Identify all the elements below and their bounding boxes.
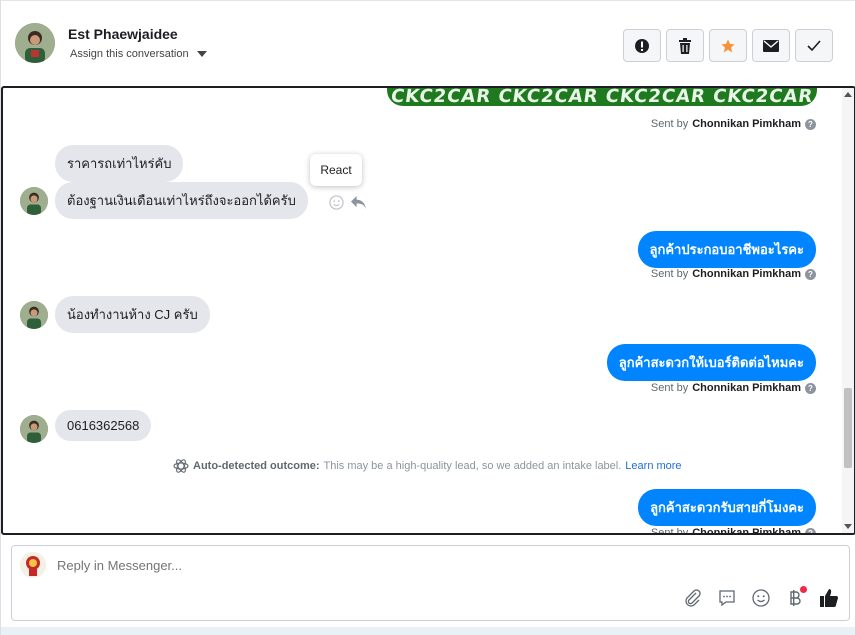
outgoing-message[interactable]: ลูกค้าประกอบอาชีพอะไรคะ — [637, 231, 816, 268]
spam-icon — [635, 38, 649, 53]
atom-icon — [173, 459, 189, 473]
saved-reply-icon — [719, 590, 735, 607]
sent-by-label: Sent by Chonnikan Pimkham ? — [651, 527, 816, 533]
attach-button[interactable] — [683, 588, 703, 608]
contact-avatar-small — [20, 301, 48, 329]
mark-spam-button[interactable] — [623, 29, 661, 62]
outgoing-message[interactable]: ลูกค้าสะดวกให้เบอร์ติดต่อไหมคะ — [606, 344, 816, 381]
conversation-scrollbar[interactable] — [842, 88, 854, 533]
scroll-down-arrow-icon[interactable] — [844, 524, 852, 529]
auto-detected-outcome: Auto-detected outcome: This may be a hig… — [173, 458, 682, 474]
scroll-thumb[interactable] — [844, 388, 852, 468]
incoming-message[interactable]: 0616362568 — [55, 410, 152, 441]
message-tools — [329, 195, 367, 210]
contact-avatar[interactable] — [15, 23, 55, 63]
help-icon[interactable]: ? — [805, 527, 816, 533]
delete-button[interactable] — [666, 29, 704, 62]
contact-avatar-small — [20, 187, 48, 215]
auto-outcome-text: This may be a high-quality lead, so we a… — [323, 460, 622, 472]
emoji-button[interactable] — [751, 588, 771, 608]
incoming-message[interactable]: ต้องฐานเงินเดือนเท่าไหร่ถึงจะออกได้ครับ — [55, 182, 308, 219]
thumbs-up-icon — [820, 589, 838, 607]
reply-tools — [683, 586, 839, 608]
messenger-conversation-page: Est Phaewjaidee Assign this conversation — [0, 0, 855, 635]
trash-icon — [679, 37, 691, 54]
footer-strip — [1, 627, 855, 635]
notification-dot — [800, 586, 807, 593]
caret-down-icon — [196, 51, 207, 57]
outgoing-message[interactable]: ลูกค้าสะดวกรับสายกี่โมงคะ — [638, 489, 816, 526]
mark-done-button[interactable] — [795, 29, 833, 62]
saved-replies-button[interactable] — [717, 588, 737, 608]
sent-by-label: Sent by Chonnikan Pimkham ? — [651, 382, 816, 394]
sent-by-label: Sent by Chonnikan Pimkham ? — [651, 268, 816, 280]
help-icon[interactable]: ? — [805, 118, 816, 130]
assign-conversation-dropdown[interactable]: Assign this conversation — [70, 48, 207, 60]
conversation-thread[interactable]: CKC2CAR CKC2CAR CKC2CAR CKC2CAR CKC2CAR … — [1, 86, 855, 535]
emoji-icon — [752, 589, 770, 607]
auto-outcome-label: Auto-detected outcome: — [193, 460, 320, 472]
header-actions — [623, 29, 833, 62]
learn-more-link[interactable]: Learn more — [625, 460, 681, 472]
help-icon[interactable]: ? — [805, 268, 816, 280]
image-attachment-text: CKC2CAR CKC2CAR CKC2CAR CKC2CAR CKC2CAR — [389, 86, 817, 106]
mark-unread-button[interactable] — [752, 29, 790, 62]
assign-label: Assign this conversation — [70, 48, 189, 60]
incoming-message[interactable]: น้องทำงานห้าง CJ ครับ — [55, 296, 210, 333]
contact-name[interactable]: Est Phaewjaidee — [68, 26, 178, 42]
contact-avatar-small — [20, 415, 48, 443]
page-avatar — [20, 552, 46, 578]
mail-icon — [763, 39, 779, 52]
star-button[interactable] — [709, 29, 747, 62]
attachment-icon — [685, 589, 701, 607]
reply-input[interactable] — [57, 558, 557, 573]
image-attachment[interactable]: CKC2CAR CKC2CAR CKC2CAR CKC2CAR CKC2CAR — [387, 86, 817, 106]
payment-button[interactable] — [785, 586, 807, 608]
sent-by-label: Sent by Chonnikan Pimkham ? — [651, 118, 816, 130]
reply-icon[interactable] — [350, 195, 367, 210]
like-button[interactable] — [819, 588, 839, 608]
help-icon[interactable]: ? — [805, 382, 816, 394]
incoming-message[interactable]: ราคารถเท่าไหร่คับ — [55, 145, 184, 182]
scroll-up-arrow-icon[interactable] — [844, 92, 852, 97]
react-tooltip: React — [310, 154, 362, 186]
conversation-header: Est Phaewjaidee Assign this conversation — [1, 0, 855, 86]
reply-composer — [11, 545, 850, 621]
star-icon — [721, 38, 735, 52]
check-icon — [807, 39, 821, 51]
emoji-react-icon[interactable] — [329, 195, 344, 210]
